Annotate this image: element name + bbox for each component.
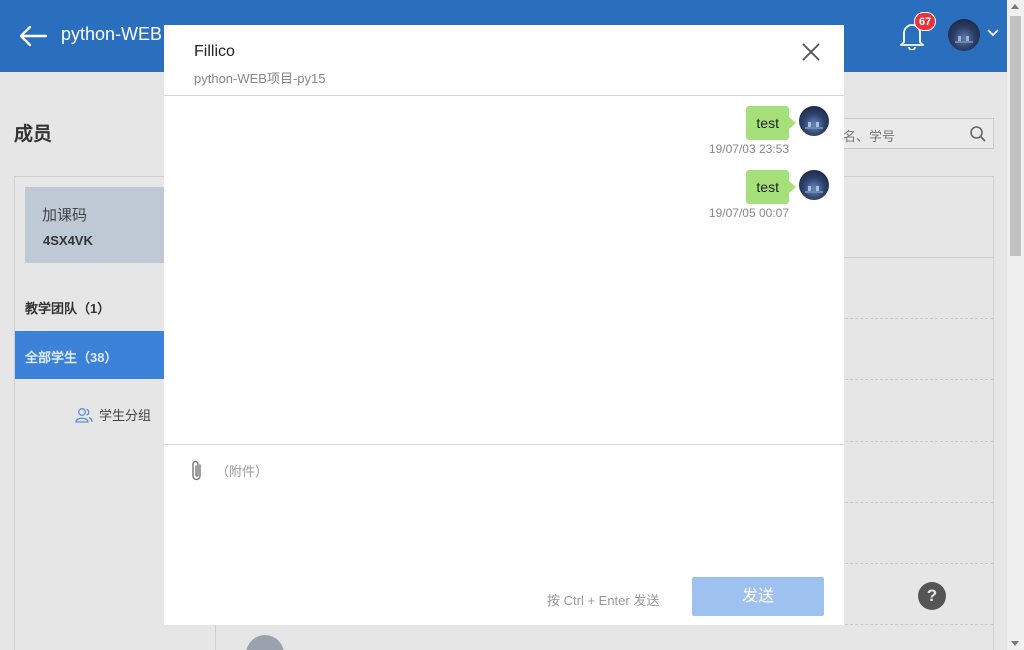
scrollbar-thumb[interactable] bbox=[1010, 16, 1021, 256]
search-icon[interactable] bbox=[969, 125, 987, 143]
dialog-title: Fillico bbox=[194, 43, 235, 60]
user-avatar[interactable] bbox=[948, 19, 980, 51]
avatar bbox=[799, 170, 829, 200]
users-icon bbox=[75, 407, 93, 423]
avatar bbox=[799, 106, 829, 136]
message-list[interactable]: test 19/07/03 23:53 test 19/07/05 00:07 bbox=[164, 96, 844, 444]
dialog-header: Fillico python-WEB项目-py15 bbox=[164, 25, 844, 96]
course-code-label: 加课码 bbox=[42, 207, 88, 224]
sidebar-item-label: 全部学生（38） bbox=[25, 350, 118, 365]
message-timestamp: 19/07/05 00:07 bbox=[708, 206, 789, 220]
avatar bbox=[246, 635, 284, 650]
sidebar-item-teaching-team[interactable]: 教学团队（1） bbox=[25, 298, 110, 317]
close-icon[interactable] bbox=[800, 41, 822, 63]
help-button[interactable]: ? bbox=[918, 582, 946, 610]
member-search-input[interactable]: 名、学号 bbox=[830, 118, 994, 149]
message-item: test 19/07/03 23:53 bbox=[629, 106, 829, 166]
page-scrollbar[interactable] bbox=[1007, 0, 1024, 650]
message-bubble: test bbox=[746, 170, 796, 204]
send-shortcut-hint: 按 Ctrl + Enter 发送 bbox=[547, 593, 660, 608]
message-bubble: test bbox=[746, 106, 796, 140]
course-title: python-WEB bbox=[61, 24, 163, 44]
search-placeholder: 名、学号 bbox=[843, 129, 896, 144]
back-arrow-icon[interactable] bbox=[16, 22, 50, 50]
scroll-down-arrow-icon[interactable] bbox=[1011, 641, 1019, 646]
notification-badge[interactable]: 67 bbox=[914, 12, 937, 31]
send-button[interactable]: 发送 bbox=[692, 577, 824, 616]
chat-dialog: Fillico python-WEB项目-py15 test 19/07/03 … bbox=[164, 25, 844, 625]
sidebar-item-student-groups[interactable]: 学生分组 bbox=[75, 405, 151, 424]
dialog-subtitle: python-WEB项目-py15 bbox=[194, 71, 326, 86]
sidebar-item-label: 学生分组 bbox=[99, 408, 152, 423]
message-composer[interactable]: （附件） 按 Ctrl + Enter 发送 发送 bbox=[164, 444, 844, 625]
course-code-card: 加课码 4SX4VK bbox=[25, 187, 175, 263]
page-title: 成员 bbox=[14, 124, 53, 145]
chevron-down-icon[interactable] bbox=[986, 28, 1000, 38]
paperclip-icon[interactable] bbox=[190, 459, 204, 483]
course-code-value: 4SX4VK bbox=[43, 233, 93, 248]
message-item: test 19/07/05 00:07 bbox=[629, 170, 829, 230]
scroll-up-arrow-icon[interactable] bbox=[1011, 4, 1019, 9]
attachment-label[interactable]: （附件） bbox=[216, 461, 268, 480]
message-timestamp: 19/07/03 23:53 bbox=[708, 142, 789, 156]
